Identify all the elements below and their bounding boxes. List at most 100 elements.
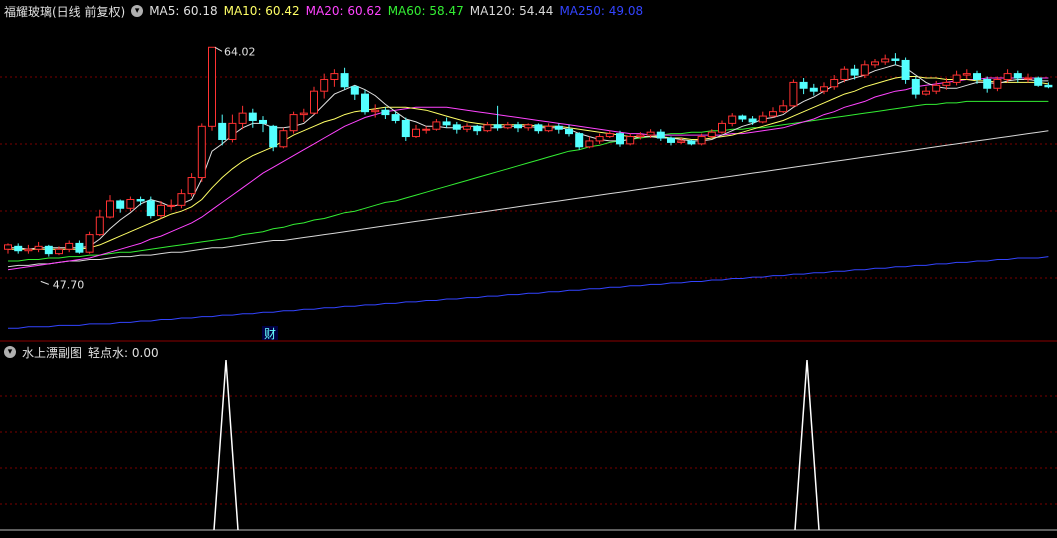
candle-52 bbox=[534, 123, 543, 134]
sub-legend: ▾ 水上漂副图 轻点水: 0.00 bbox=[4, 344, 159, 360]
candle-79 bbox=[809, 83, 818, 96]
candle-28 bbox=[289, 111, 298, 134]
candle-53 bbox=[544, 123, 553, 133]
indicator-values: MA5: 60.18 MA10: 60.42 MA20: 60.62 MA60: 58… bbox=[149, 4, 643, 18]
candle-39 bbox=[401, 117, 410, 141]
candle-43 bbox=[442, 117, 451, 128]
candle-93 bbox=[952, 70, 961, 86]
main-legend: 福耀玻璃(日线 前复权) ▾ MA5: 60.18 MA10: 60.42 MA20… bbox=[4, 2, 643, 20]
candle-4 bbox=[44, 244, 53, 257]
candle-42 bbox=[432, 118, 441, 131]
ma120-line bbox=[7, 130, 1049, 268]
candle-85 bbox=[871, 58, 879, 68]
candle-57 bbox=[585, 136, 594, 149]
candle-17 bbox=[177, 189, 186, 209]
candle-71 bbox=[728, 113, 737, 127]
sub-indicator-dropdown-icon[interactable]: ▾ bbox=[4, 346, 16, 358]
candle-55 bbox=[565, 124, 573, 137]
candle-12 bbox=[126, 196, 135, 212]
candle-54 bbox=[554, 123, 563, 134]
candle-46 bbox=[473, 124, 482, 136]
sub-panel-title: 水上漂副图 bbox=[22, 345, 83, 360]
candle-59 bbox=[605, 130, 614, 139]
candle-76 bbox=[779, 99, 788, 114]
candle-16 bbox=[167, 199, 176, 210]
candle-78 bbox=[799, 78, 808, 95]
indicator-dropdown-icon[interactable]: ▾ bbox=[131, 5, 144, 17]
candle-89 bbox=[911, 76, 920, 99]
candle-37 bbox=[381, 107, 390, 119]
candle-87 bbox=[891, 53, 900, 65]
candle-41 bbox=[422, 126, 431, 134]
candle-58 bbox=[595, 133, 604, 144]
high-marker-arrow bbox=[214, 46, 223, 52]
candle-32 bbox=[330, 69, 339, 87]
candle-70 bbox=[718, 120, 726, 134]
candle-56 bbox=[575, 132, 584, 150]
candle-45 bbox=[463, 123, 471, 133]
candle-34 bbox=[350, 85, 359, 100]
candle-19 bbox=[197, 123, 206, 182]
candle-72 bbox=[738, 114, 747, 122]
stock-title: 福耀玻璃(日线 前复权) bbox=[4, 4, 126, 19]
candle-77 bbox=[789, 79, 798, 108]
candle-13 bbox=[136, 196, 145, 206]
indicator-value-0: MA5: 60.18 bbox=[149, 4, 218, 18]
ma250-line bbox=[8, 256, 1049, 329]
candle-6 bbox=[65, 240, 74, 253]
candle-100 bbox=[1024, 73, 1032, 83]
candle-2 bbox=[24, 244, 33, 254]
candle-33 bbox=[340, 67, 349, 90]
candle-65 bbox=[667, 136, 675, 146]
candle-44 bbox=[452, 121, 461, 134]
low-marker-label: 47.70 bbox=[53, 278, 85, 291]
candle-75 bbox=[769, 107, 777, 118]
candle-8 bbox=[85, 231, 94, 254]
indicator-value-2: MA20: 60.62 bbox=[305, 4, 382, 18]
indicator-value-5: MA250: 49.08 bbox=[559, 4, 644, 18]
candle-99 bbox=[1013, 70, 1022, 83]
high-marker-label: 64.02 bbox=[224, 45, 256, 58]
candle-21 bbox=[218, 114, 227, 146]
candle-35 bbox=[361, 89, 369, 115]
candle-49 bbox=[503, 121, 512, 130]
candle-95 bbox=[973, 70, 981, 84]
candle-51 bbox=[524, 123, 533, 131]
candle-60 bbox=[616, 130, 624, 147]
candle-97 bbox=[993, 76, 1002, 92]
ma20-line bbox=[7, 77, 1049, 271]
sub-indicator-value: 轻点水: 0.00 bbox=[88, 345, 159, 360]
low-marker-arrow bbox=[40, 280, 49, 285]
candle-20 bbox=[208, 46, 216, 131]
candle-50 bbox=[514, 121, 522, 133]
candle-64 bbox=[656, 129, 665, 141]
event-marker-icon: 财 bbox=[264, 327, 276, 341]
candle-22 bbox=[228, 114, 237, 143]
candle-7 bbox=[75, 240, 84, 254]
candle-88 bbox=[901, 57, 910, 84]
candle-47 bbox=[483, 121, 492, 133]
candle-61 bbox=[626, 133, 635, 146]
indicator-value-1: MA10: 60.42 bbox=[223, 4, 300, 18]
candle-101 bbox=[1034, 76, 1043, 87]
candle-27 bbox=[279, 127, 288, 149]
candle-26 bbox=[269, 124, 278, 152]
candle-48 bbox=[493, 105, 502, 131]
candle-9 bbox=[95, 209, 104, 237]
indicator-value-3: MA60: 58.47 bbox=[387, 4, 464, 18]
candle-91 bbox=[932, 80, 941, 95]
candle-90 bbox=[922, 86, 930, 96]
candle-40 bbox=[412, 124, 420, 139]
candle-94 bbox=[962, 69, 971, 80]
candle-11 bbox=[116, 199, 125, 213]
candle-29 bbox=[299, 108, 308, 122]
candle-10 bbox=[106, 195, 114, 219]
candle-84 bbox=[860, 60, 869, 79]
kline-chart[interactable]: 64.02 47.70 财 bbox=[0, 0, 1057, 538]
candle-74 bbox=[758, 111, 767, 124]
candle-96 bbox=[983, 76, 992, 93]
candle-3 bbox=[34, 241, 43, 253]
indicator-value-4: MA120: 54.44 bbox=[469, 4, 554, 18]
candle-18 bbox=[187, 173, 196, 197]
candle-86 bbox=[881, 54, 890, 65]
